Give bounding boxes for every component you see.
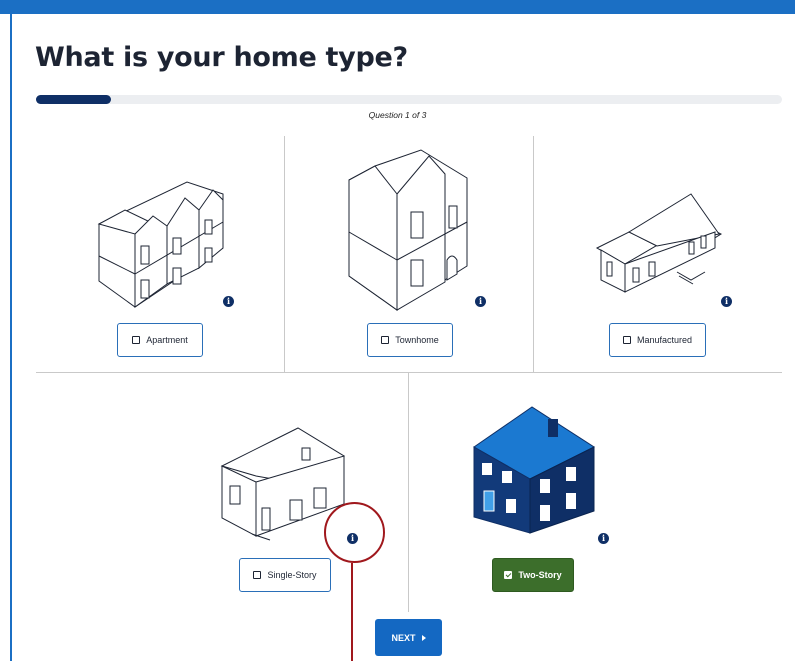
next-button[interactable]: NEXT xyxy=(375,619,442,656)
progress-bar xyxy=(36,95,782,104)
info-icon[interactable]: i xyxy=(598,533,609,544)
info-icon[interactable]: i xyxy=(475,296,486,307)
progress-fill xyxy=(36,95,111,104)
checkbox-icon[interactable] xyxy=(381,336,390,344)
two-story-house-icon xyxy=(473,406,596,534)
manufactured-house-icon xyxy=(595,193,723,293)
apartment-house-icon xyxy=(97,181,224,308)
info-icon[interactable]: i xyxy=(721,296,732,307)
chevron-right-icon xyxy=(421,634,426,641)
top-accent-bar xyxy=(0,0,795,14)
single-story-option-button[interactable]: Single-Story xyxy=(239,558,331,592)
apartment-label: Apartment xyxy=(146,335,188,345)
annotation-circle xyxy=(324,502,385,563)
checkbox-icon[interactable] xyxy=(622,336,631,344)
townhome-house-icon xyxy=(348,149,468,311)
two-story-option-button[interactable]: Two-Story xyxy=(492,558,574,592)
next-button-label: NEXT xyxy=(391,632,416,643)
single-story-label: Single-Story xyxy=(267,570,317,580)
manufactured-label: Manufactured xyxy=(636,335,693,345)
checkbox-icon[interactable] xyxy=(253,571,262,579)
grid-divider xyxy=(36,372,782,373)
grid-divider xyxy=(533,136,534,372)
checkbox-checked-icon[interactable] xyxy=(504,571,513,579)
grid-divider xyxy=(408,372,409,612)
manufactured-option-button[interactable]: Manufactured xyxy=(609,323,706,357)
annotation-pointer-line xyxy=(351,563,353,661)
grid-divider xyxy=(284,136,285,372)
page-title: What is your home type? xyxy=(35,42,408,73)
apartment-option-button[interactable]: Apartment xyxy=(117,323,203,357)
progress-label: Question 1 of 3 xyxy=(368,110,427,120)
townhome-label: Townhome xyxy=(395,335,439,345)
townhome-option-button[interactable]: Townhome xyxy=(367,323,453,357)
info-icon[interactable]: i xyxy=(223,296,234,307)
checkbox-icon[interactable] xyxy=(132,336,141,344)
two-story-label: Two-Story xyxy=(518,570,562,580)
